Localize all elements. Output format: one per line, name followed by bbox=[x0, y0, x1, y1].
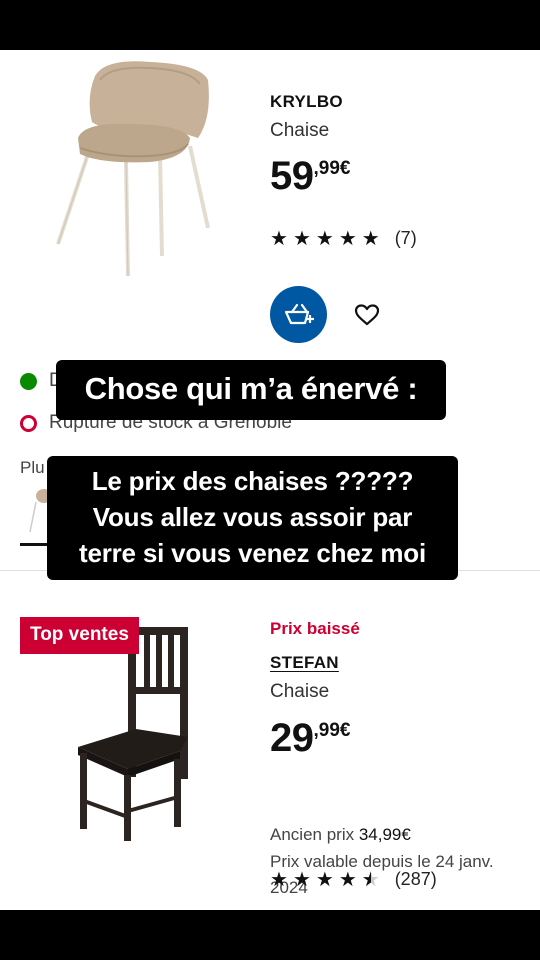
available-dot-icon bbox=[20, 372, 37, 390]
price-main: 29 bbox=[270, 716, 314, 760]
top-black-bar bbox=[0, 0, 540, 50]
caption-body: Le prix des chaises ????? Vous allez vou… bbox=[47, 456, 458, 580]
rating-stars[interactable]: ★ ★ ★ ★ ★ (287) bbox=[270, 869, 437, 890]
star-icon: ★ bbox=[292, 227, 311, 250]
product-image-stefan[interactable] bbox=[70, 621, 200, 843]
caption-line: terre si vous venez chez moi bbox=[79, 538, 426, 568]
heart-icon bbox=[354, 304, 380, 326]
out-of-stock-ring-icon bbox=[20, 414, 37, 432]
product-type: Chaise bbox=[270, 120, 330, 141]
old-price-label: Ancien prix bbox=[270, 825, 355, 844]
star-icon: ★ bbox=[292, 868, 311, 891]
old-price: Ancien prix 34,99€ bbox=[270, 825, 411, 845]
price-cents: ,99€ bbox=[313, 720, 351, 741]
add-to-cart-button[interactable] bbox=[270, 286, 327, 343]
rating-stars[interactable]: ★ ★ ★ ★ ★ (7) bbox=[270, 228, 417, 249]
product-price: 29,99€ bbox=[270, 716, 350, 761]
price-cents: ,99€ bbox=[313, 158, 351, 179]
top-sales-badge: Top ventes bbox=[20, 617, 139, 654]
star-icon: ★ bbox=[315, 868, 334, 891]
product-name[interactable]: KRYLBO bbox=[270, 92, 343, 112]
product-price: 59,99€ bbox=[270, 154, 350, 199]
more-variants-label: Plu bbox=[20, 458, 45, 477]
product-name[interactable]: STEFAN bbox=[270, 653, 339, 673]
product-card-stefan[interactable]: Top ventes Prix baissé STEFAN Chaise 29,… bbox=[0, 570, 540, 910]
caption-line: Le prix des chaises ????? bbox=[91, 466, 414, 496]
star-icon: ★ bbox=[361, 227, 380, 250]
star-icon: ★ bbox=[270, 227, 288, 250]
review-count: (7) bbox=[394, 228, 417, 248]
add-to-cart-icon bbox=[284, 303, 314, 324]
half-star-icon: ★ bbox=[362, 870, 380, 890]
star-icon: ★ bbox=[338, 227, 357, 250]
caption-title: Chose qui m’a énervé : bbox=[56, 360, 446, 420]
star-icon: ★ bbox=[270, 868, 288, 891]
star-icon: ★ bbox=[315, 227, 334, 250]
bottom-black-bar bbox=[0, 910, 540, 960]
chair-stefan-illustration bbox=[78, 627, 188, 841]
review-count: (287) bbox=[394, 869, 437, 889]
price-drop-label: Prix baissé bbox=[270, 619, 360, 638]
product-image-krylbo[interactable] bbox=[50, 58, 220, 280]
product-type: Chaise bbox=[270, 681, 330, 702]
star-icon: ★ bbox=[338, 868, 357, 891]
favorite-button[interactable] bbox=[350, 298, 384, 332]
chair-krylbo-illustration bbox=[56, 61, 210, 277]
price-main: 59 bbox=[270, 154, 314, 198]
caption-line: Vous allez vous assoir par bbox=[92, 502, 413, 532]
old-price-value: 34,99€ bbox=[358, 825, 411, 844]
